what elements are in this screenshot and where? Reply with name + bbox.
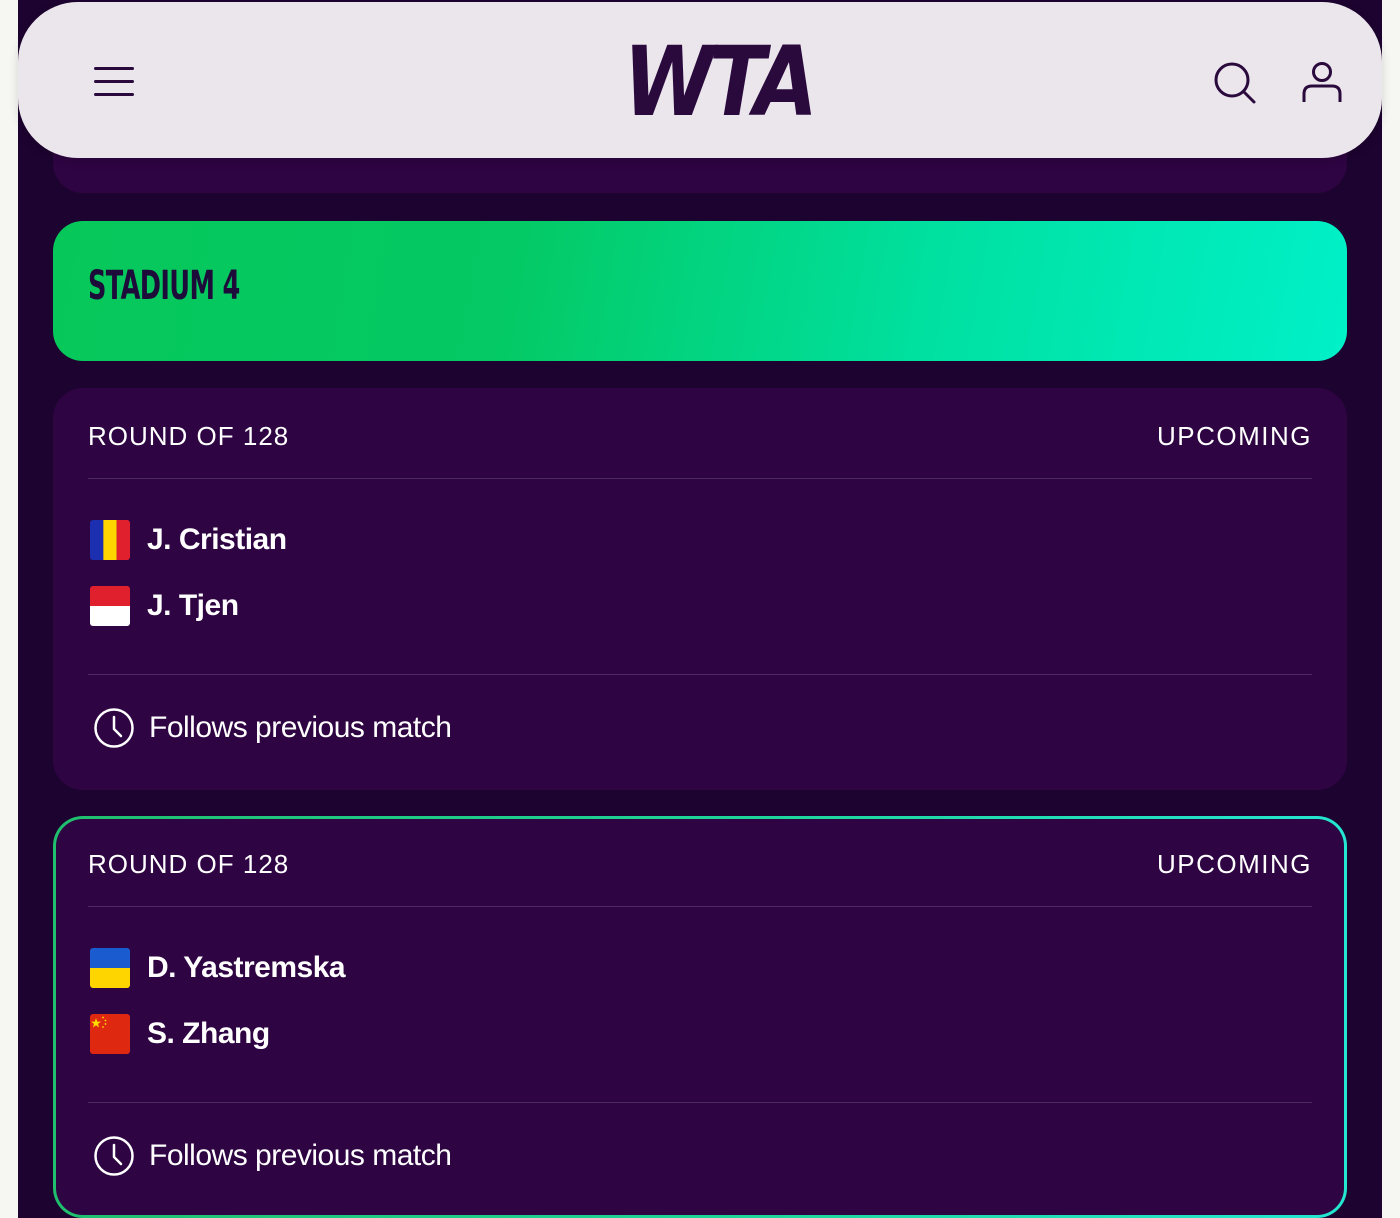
- match-card[interactable]: ROUND OF 128 UPCOMING J. Cristian J. Tje…: [53, 388, 1347, 790]
- player-name: S. Zhang: [147, 1017, 270, 1050]
- match-time: Follows previous match: [93, 706, 452, 750]
- match-status: UPCOMING: [1157, 849, 1312, 879]
- wta-logo[interactable]: WTA: [618, 42, 818, 122]
- clock-icon: [94, 708, 134, 748]
- match-time-text: Follows previous match: [149, 711, 452, 744]
- wta-logo-text: WTA: [623, 42, 812, 122]
- player-name: J. Tjen: [147, 589, 239, 622]
- ukraine-flag-icon: [90, 948, 130, 988]
- divider: [88, 674, 1312, 675]
- divider: [88, 478, 1312, 479]
- divider: [88, 1102, 1312, 1103]
- match-time-text: Follows previous match: [149, 1139, 452, 1172]
- divider: [88, 906, 1312, 907]
- court-banner: STADIUM 4: [53, 221, 1347, 361]
- player-name: D. Yastremska: [147, 951, 346, 984]
- match-card-highlighted[interactable]: ROUND OF 128 UPCOMING D. Yastremska S. Z…: [53, 816, 1347, 1218]
- user-icon[interactable]: [1300, 60, 1344, 106]
- match-time: Follows previous match: [93, 1134, 452, 1178]
- court-name: STADIUM 4: [88, 263, 240, 309]
- match-round: ROUND OF 128: [88, 421, 290, 451]
- hamburger-menu-icon[interactable]: [94, 64, 136, 100]
- player-row[interactable]: S. Zhang: [90, 1014, 270, 1054]
- clock-icon: [94, 1136, 134, 1176]
- indonesia-flag-icon: [90, 586, 130, 626]
- match-status: UPCOMING: [1157, 421, 1312, 451]
- player-name: J. Cristian: [147, 523, 287, 556]
- player-row[interactable]: J. Cristian: [90, 520, 287, 560]
- player-row[interactable]: D. Yastremska: [90, 948, 346, 988]
- site-header: WTA: [18, 2, 1382, 158]
- china-flag-icon: [90, 1014, 130, 1054]
- romania-flag-icon: [90, 520, 130, 560]
- match-round: ROUND OF 128: [88, 849, 290, 879]
- search-icon[interactable]: [1212, 60, 1258, 106]
- player-row[interactable]: J. Tjen: [90, 586, 239, 626]
